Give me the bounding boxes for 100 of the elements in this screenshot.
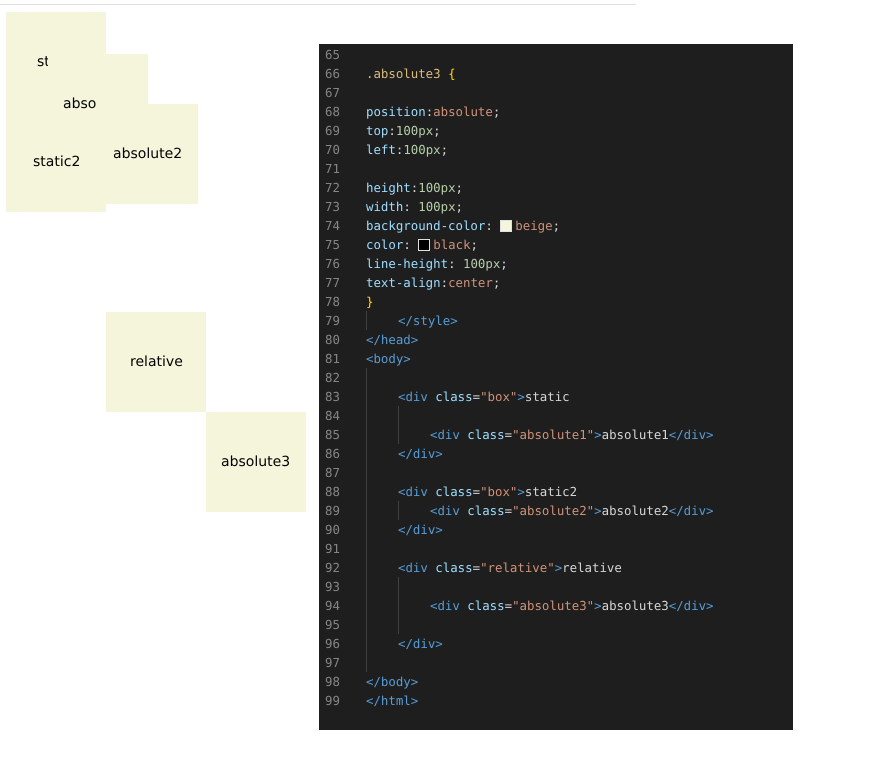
line-number: 72 <box>324 180 341 195</box>
code-token: <div <box>430 503 460 518</box>
code-token: ; <box>552 218 560 233</box>
line-number: 70 <box>324 142 341 157</box>
code-token: = <box>472 389 480 404</box>
code-token: ; <box>500 256 508 271</box>
code-token: : <box>485 218 494 233</box>
line-number: 67 <box>324 85 341 100</box>
code-token: top <box>366 123 388 138</box>
code-token: > <box>517 389 525 404</box>
box-label: static2 <box>33 154 80 170</box>
code-token: <div <box>430 598 460 613</box>
code-token: center <box>448 275 493 290</box>
code-token: "absolute2" <box>512 503 594 518</box>
code-token: </head> <box>366 332 418 347</box>
code-token: .absolute3 <box>366 66 441 81</box>
code-token: = <box>472 560 480 575</box>
code-token: } <box>366 294 374 309</box>
line-number: 73 <box>324 199 341 214</box>
code-token: class <box>466 503 505 518</box>
code-token: width <box>366 199 404 214</box>
code-token: "absolute1" <box>512 427 594 442</box>
code-token: = <box>504 427 512 442</box>
code-token: position <box>366 104 426 119</box>
code-token: class <box>434 389 473 404</box>
code-token: static2 <box>524 484 578 499</box>
line-number: 68 <box>324 104 341 119</box>
code-token: ; <box>470 237 478 252</box>
code-token: ; <box>492 275 500 290</box>
line-number: 82 <box>324 370 341 385</box>
code-token: 100px <box>403 142 441 157</box>
code-token: </style> <box>398 313 458 328</box>
code-token: > <box>554 560 562 575</box>
line-number: 89 <box>324 503 341 518</box>
code-token: "box" <box>480 484 518 499</box>
code-token: "relative" <box>480 560 555 575</box>
line-number: 77 <box>324 275 341 290</box>
code-token: ; <box>456 180 464 195</box>
line-number: 66 <box>324 66 341 81</box>
line-number: 69 <box>324 123 341 138</box>
code-token: 100px <box>418 180 456 195</box>
line-number: 71 <box>324 161 341 176</box>
code-token: 100px <box>462 256 500 271</box>
code-token: background-color <box>366 218 486 233</box>
code-token: class <box>434 484 473 499</box>
code-token: ; <box>440 142 448 157</box>
code-token: static <box>524 389 570 404</box>
line-number: 76 <box>324 256 341 271</box>
code-token: = <box>504 598 512 613</box>
code-token: = <box>504 503 512 518</box>
line-number: 96 <box>324 636 341 651</box>
code-token: = <box>472 484 480 499</box>
code-token: > <box>594 503 602 518</box>
code-token: <div <box>430 427 460 442</box>
code-token: absolute <box>433 104 493 119</box>
code-token: ; <box>492 104 500 119</box>
code-token: : <box>396 142 404 157</box>
line-number: 83 <box>324 389 341 404</box>
code-token: "absolute3" <box>512 598 594 613</box>
line-number: 93 <box>324 579 341 594</box>
line-number: 80 <box>324 332 341 347</box>
code-token: : <box>403 237 412 252</box>
line-number: 78 <box>324 294 341 309</box>
line-number: 99 <box>324 693 341 708</box>
code-token: { <box>447 66 456 81</box>
code-token: line-height <box>366 256 448 271</box>
code-token: <body> <box>366 351 411 366</box>
code-token: </div> <box>398 636 443 651</box>
line-number: 95 <box>324 617 341 632</box>
line-number: 86 <box>324 446 341 461</box>
line-number: 88 <box>324 484 341 499</box>
box-label: relative <box>130 354 183 370</box>
line-number: 90 <box>324 522 341 537</box>
code-token: > <box>594 598 602 613</box>
code-token: "box" <box>480 389 518 404</box>
code-token: : <box>403 199 412 214</box>
code-token: absolute3 <box>602 598 669 613</box>
box-label: absolute3 <box>221 454 290 470</box>
line-number: 92 <box>324 560 341 575</box>
code-token: left <box>366 142 396 157</box>
box-label: abso <box>63 96 96 112</box>
box-label: absolute2 <box>113 146 182 162</box>
line-number: 87 <box>324 465 341 480</box>
code-token: <div <box>398 560 428 575</box>
code-token: beige <box>515 218 553 233</box>
line-number: 65 <box>324 47 341 62</box>
code-token: </div> <box>398 446 443 461</box>
code-token: </body> <box>366 674 418 689</box>
code-token: : <box>440 275 448 290</box>
code-token: </div> <box>668 598 714 613</box>
code-token: ; <box>433 123 441 138</box>
code-token: absolute2 <box>602 503 669 518</box>
code-token: class <box>434 560 473 575</box>
line-number: 91 <box>324 541 341 556</box>
code-token: ; <box>456 199 464 214</box>
code-token: </div> <box>668 427 714 442</box>
code-token: relative <box>562 560 622 575</box>
code-token: absolute1 <box>602 427 669 442</box>
line-number: 85 <box>324 427 341 442</box>
code-token: > <box>594 427 602 442</box>
